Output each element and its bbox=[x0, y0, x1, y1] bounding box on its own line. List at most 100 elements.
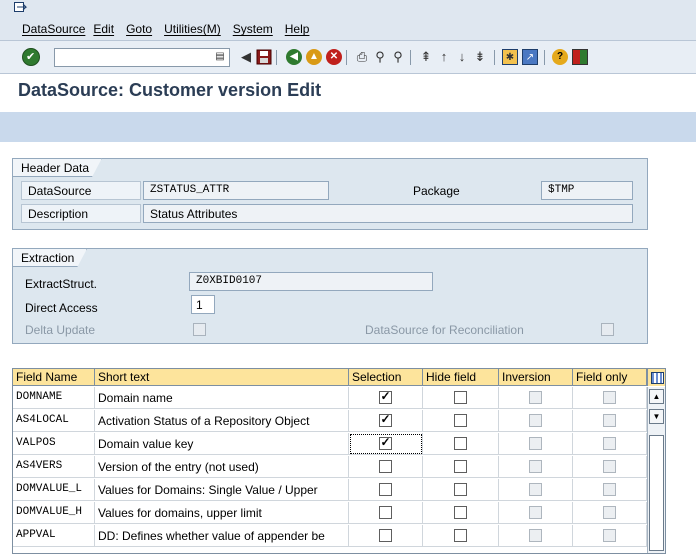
hide-field-checkbox[interactable] bbox=[453, 506, 467, 519]
short-text-cell: Values for domains, upper limit bbox=[95, 502, 349, 524]
package-label: Package bbox=[413, 184, 460, 198]
hide-field-checkbox[interactable] bbox=[453, 391, 467, 404]
reconciliation-checkbox bbox=[601, 323, 614, 336]
inversion-cell bbox=[499, 525, 573, 547]
last-page-icon[interactable]: ⇟ bbox=[472, 49, 488, 65]
table-row[interactable]: DOMVALUE_H Values for domains, upper limi… bbox=[13, 502, 647, 524]
help-icon[interactable]: ? bbox=[552, 49, 568, 65]
col-hide-field[interactable]: Hide field bbox=[423, 369, 499, 386]
hide-field-checkbox[interactable] bbox=[453, 460, 467, 473]
save-icon[interactable] bbox=[256, 49, 272, 65]
back-green-icon[interactable]: ◀ bbox=[286, 49, 302, 65]
find-icon[interactable]: ⚲ bbox=[372, 49, 388, 65]
inversion-checkbox bbox=[528, 506, 542, 519]
col-field-name[interactable]: Field Name bbox=[13, 369, 95, 386]
toolbar-separator bbox=[544, 50, 545, 65]
cancel-icon[interactable]: ✕ bbox=[326, 49, 342, 65]
system-menu-icon[interactable] bbox=[14, 2, 28, 14]
menu-system[interactable]: System bbox=[233, 22, 273, 36]
back-arrow-icon[interactable]: ◀ bbox=[238, 49, 254, 65]
field-only-checkbox bbox=[602, 483, 616, 496]
print-icon[interactable]: ⎙ bbox=[354, 49, 370, 65]
menu-utilities[interactable]: Utilities(M) bbox=[164, 22, 221, 36]
command-field[interactable] bbox=[54, 48, 230, 67]
hide-field-checkbox[interactable] bbox=[453, 414, 467, 427]
create-session-icon[interactable]: ✱ bbox=[502, 49, 518, 65]
selection-checkbox[interactable] bbox=[378, 412, 392, 427]
enter-check-icon[interactable] bbox=[22, 48, 40, 66]
delta-update-checkbox bbox=[193, 323, 206, 336]
col-field-only[interactable]: Field only bbox=[573, 369, 647, 386]
toolbar-separator bbox=[410, 50, 411, 65]
inversion-checkbox bbox=[528, 460, 542, 473]
menu-goto[interactable]: Goto bbox=[126, 22, 152, 36]
hide-field-checkbox[interactable] bbox=[453, 529, 467, 542]
column-settings-icon[interactable] bbox=[647, 369, 665, 386]
selection-checkbox[interactable] bbox=[378, 389, 392, 404]
selection-checkbox[interactable] bbox=[378, 483, 392, 496]
field-name-cell: AS4VERS bbox=[13, 456, 95, 478]
short-text-cell: Domain value key bbox=[95, 433, 349, 455]
next-page-icon[interactable]: ↓ bbox=[454, 49, 470, 65]
selection-checkbox[interactable] bbox=[378, 435, 392, 450]
col-inversion[interactable]: Inversion bbox=[499, 369, 573, 386]
field-name-cell: DOMNAME bbox=[13, 387, 95, 409]
hide-field-cell bbox=[423, 410, 499, 432]
scroll-up-icon[interactable]: ▲ bbox=[649, 389, 664, 404]
field-table: Field Name Short text Selection Hide fie… bbox=[12, 368, 666, 554]
inversion-cell bbox=[499, 502, 573, 524]
scroll-down-icon[interactable]: ▼ bbox=[649, 409, 664, 424]
inversion-cell bbox=[499, 387, 573, 409]
menu-edit[interactable]: Edit bbox=[93, 22, 114, 36]
direct-access-input[interactable]: 1 bbox=[191, 295, 215, 314]
selection-checkbox[interactable] bbox=[378, 460, 392, 473]
scroll-thumb[interactable] bbox=[649, 435, 664, 551]
page-title: DataSource: Customer version Edit bbox=[18, 80, 322, 100]
datasource-label: DataSource bbox=[21, 181, 141, 200]
inversion-cell bbox=[499, 479, 573, 501]
toolbar-separator bbox=[494, 50, 495, 65]
selection-checkbox[interactable] bbox=[378, 506, 392, 519]
command-input[interactable] bbox=[55, 49, 229, 66]
table-row[interactable]: DOMNAME Domain name bbox=[13, 387, 647, 409]
menu-help[interactable]: Help bbox=[285, 22, 310, 36]
selection-cell bbox=[349, 410, 423, 432]
first-page-icon[interactable]: ⇞ bbox=[418, 49, 434, 65]
find-next-icon[interactable]: ⚲ bbox=[390, 49, 406, 65]
selection-checkbox[interactable] bbox=[378, 529, 392, 542]
table-row[interactable]: APPVAL DD: Defines whether value of appen… bbox=[13, 525, 647, 547]
short-text-cell: DD: Defines whether value of appender be bbox=[95, 525, 349, 547]
hide-field-cell bbox=[423, 479, 499, 501]
selection-cell bbox=[349, 502, 423, 524]
previous-page-icon[interactable]: ↑ bbox=[436, 49, 452, 65]
field-only-cell bbox=[573, 387, 647, 409]
application-toolbar bbox=[0, 112, 696, 142]
short-text-cell: Domain name bbox=[95, 387, 349, 409]
field-only-checkbox bbox=[602, 460, 616, 473]
table-row[interactable]: AS4LOCAL Activation Status of a Repositor… bbox=[13, 410, 647, 432]
datasource-value: ZSTATUS_ATTR bbox=[143, 181, 329, 200]
command-dropdown-icon[interactable]: ▤ bbox=[212, 49, 228, 65]
inversion-cell bbox=[499, 456, 573, 478]
table-row[interactable]: DOMVALUE_L Values for Domains: Single Val… bbox=[13, 479, 647, 501]
inversion-checkbox bbox=[528, 529, 542, 542]
table-row[interactable]: AS4VERS Version of the entry (not used) bbox=[13, 456, 647, 478]
table-row[interactable]: VALPOS Domain value key bbox=[13, 433, 647, 455]
hide-field-checkbox[interactable] bbox=[453, 483, 467, 496]
hide-field-checkbox[interactable] bbox=[453, 437, 467, 450]
vertical-scrollbar[interactable]: ▲ ▼ bbox=[647, 387, 665, 553]
hide-field-cell bbox=[423, 456, 499, 478]
field-only-checkbox bbox=[602, 529, 616, 542]
field-only-checkbox bbox=[602, 437, 616, 450]
shortcut-icon[interactable]: ↗ bbox=[522, 49, 538, 65]
inversion-cell bbox=[499, 433, 573, 455]
field-only-cell bbox=[573, 433, 647, 455]
direct-access-label: Direct Access bbox=[25, 301, 98, 315]
col-selection[interactable]: Selection bbox=[349, 369, 423, 386]
exit-icon[interactable]: ▲ bbox=[306, 49, 322, 65]
extraction-tab: Extraction bbox=[12, 248, 87, 267]
menu-datasource[interactable]: DataSource bbox=[22, 22, 85, 36]
col-short-text[interactable]: Short text bbox=[95, 369, 349, 386]
field-only-cell bbox=[573, 479, 647, 501]
layout-menu-icon[interactable] bbox=[572, 49, 588, 65]
